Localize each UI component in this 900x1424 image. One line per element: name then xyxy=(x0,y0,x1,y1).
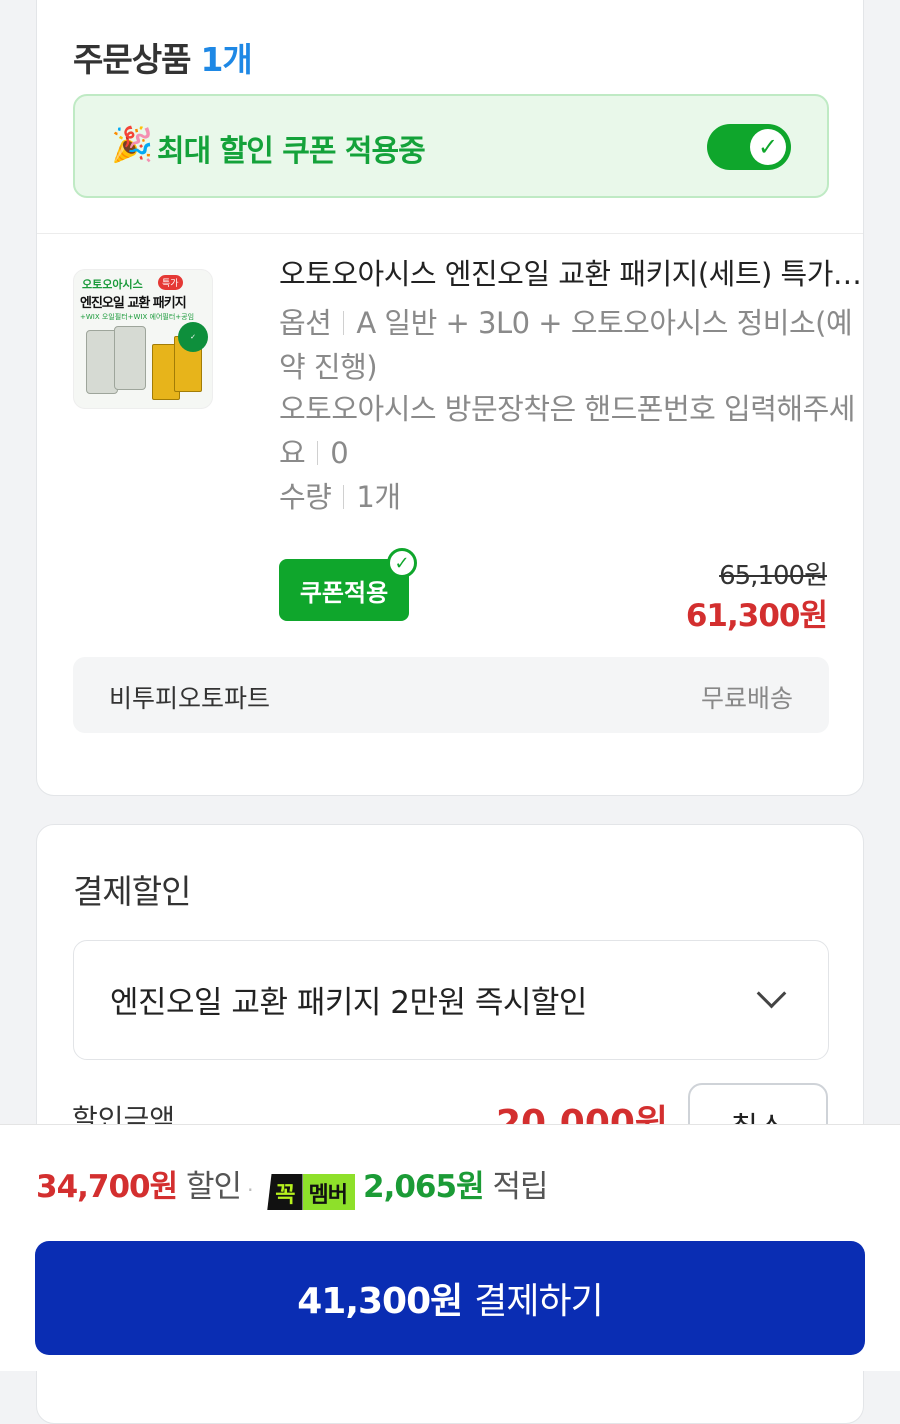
order-count: 1개 xyxy=(200,40,252,79)
product-name[interactable]: 오토오아시스 엔진오일 교환 패키지(세트) 특가 WIX 오일필터 에어필터 … xyxy=(279,251,864,293)
oil-can-icon xyxy=(114,326,146,390)
pay-label: 결제하기 xyxy=(474,1281,603,1322)
max-coupon-banner[interactable]: 🎉 최대 할인 쿠폰 적용중 ✓ xyxy=(73,94,829,198)
order-section-title: 주문상품 1개 xyxy=(73,33,253,81)
total-discount: 34,700원 xyxy=(36,1169,178,1205)
checkout-bar: 34,700원 할인 · 꼭 멤버 2,065원 적립 41,300원 결제하기 xyxy=(0,1124,900,1371)
qty-label: 수량 xyxy=(279,480,332,514)
shipping-info: 무료배송 xyxy=(700,684,793,713)
request-value: 0 xyxy=(330,436,349,470)
original-price: 65,100원 xyxy=(719,561,828,591)
party-popper-icon: 🎉 xyxy=(111,125,154,165)
payment-discount-title: 결제할인 xyxy=(73,872,191,911)
separator xyxy=(343,311,345,335)
product-option: 옵션 A 일반 + 3L0 + 오토오아시스 정비소(예약 진행) xyxy=(279,301,864,389)
coupon-toggle[interactable]: ✓ xyxy=(707,124,791,170)
separator xyxy=(317,441,319,465)
member-badge: 꼭 멤버 xyxy=(267,1174,356,1210)
product-quantity: 수량 1개 xyxy=(279,475,864,519)
discount-select-value: 엔진오일 교환 패키지 2만원 즉시할인 xyxy=(110,985,587,1021)
reward-points: 2,065원 xyxy=(363,1169,485,1205)
check-circle-icon: ✓ xyxy=(387,548,417,578)
thumb-badge: 특가 xyxy=(158,275,183,290)
product-thumbnail[interactable]: 오토오아시스 특가 엔진오일 교환 패키지 +WIX 오일필터+WIX 에어필터… xyxy=(73,269,213,409)
check-icon: ✓ xyxy=(750,129,786,165)
discount-select[interactable]: 엔진오일 교환 패키지 2만원 즉시할인 xyxy=(73,940,829,1060)
option-label: 옵션 xyxy=(279,306,332,340)
thumb-subtitle: +WIX 오일필터+WIX 에어필터+공임 xyxy=(80,313,195,321)
product-request: 오토오아시스 방문장착은 핸드폰번호 입력해주세요 0 xyxy=(279,387,864,475)
separator-dot: · xyxy=(247,1178,253,1202)
max-coupon-label: 최대 할인 쿠폰 적용중 xyxy=(157,134,426,169)
seller-bar: 비투피오토파트 무료배송 xyxy=(73,657,829,733)
thumb-brand: 오토오아시스 xyxy=(82,278,143,291)
points-suffix: 적립 xyxy=(492,1169,548,1205)
option-value: A 일반 + 3L0 + 오토오아시스 정비소(예약 진행) xyxy=(279,306,853,384)
savings-summary: 34,700원 할인 · 꼭 멤버 2,065원 적립 xyxy=(36,1161,549,1210)
order-title: 주문상품 xyxy=(73,40,191,79)
thumb-title: 엔진오일 교환 패키지 xyxy=(80,296,187,311)
seller-name: 비투피오토파트 xyxy=(109,684,271,713)
pay-amount: 41,300원 xyxy=(297,1281,463,1322)
seal-icon: ✓ xyxy=(178,322,208,352)
member-badge-k: 꼭 xyxy=(267,1174,303,1210)
sale-price: 61,300원 xyxy=(685,598,828,634)
chevron-down-icon xyxy=(756,978,787,1009)
qty-value: 1개 xyxy=(356,480,401,514)
separator xyxy=(343,485,345,509)
request-label: 오토오아시스 방문장착은 핸드폰번호 입력해주세요 xyxy=(279,392,855,470)
order-card: 주문상품 1개 🎉 최대 할인 쿠폰 적용중 ✓ 오토오아시스 특가 엔진오일 교… xyxy=(36,0,864,796)
member-badge-label: 멤버 xyxy=(302,1174,356,1210)
pay-button[interactable]: 41,300원 결제하기 xyxy=(35,1241,865,1355)
divider xyxy=(37,233,863,234)
discount-suffix: 할인 xyxy=(186,1169,242,1205)
